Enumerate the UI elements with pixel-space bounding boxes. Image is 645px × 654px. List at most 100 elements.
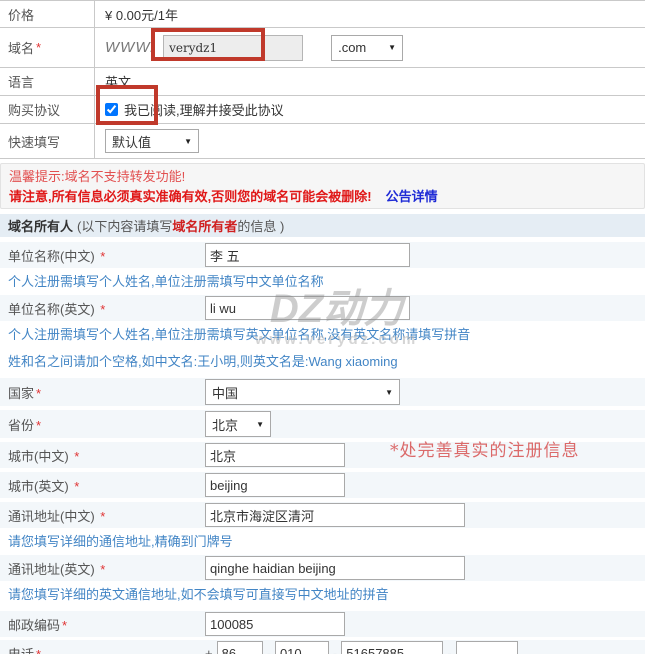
language-row: 语言 英文 [0,68,645,96]
notice-warning-text: 请注意,所有信息必须真实准确有效,否则您的域名可能会被删除! [9,189,372,204]
org-name-en-label: 单位名称(英文) * [0,299,205,318]
tld-selected-value: .com [338,40,366,55]
agreement-checkbox[interactable] [105,103,118,116]
label-text: 邮政编码 [8,618,60,633]
required-asterisk: * [36,40,41,55]
address-en-label: 通讯地址(英文) * [0,559,205,578]
required-asterisk: * [100,509,105,524]
www-prefix: WWW. [105,39,155,56]
price-row: 价格 ¥ 0.00元/1年 [0,1,645,28]
city-en-label: 城市(英文) * [0,476,205,495]
quickfill-selected-value: 默认值 [112,132,151,151]
required-asterisk: * [36,418,41,433]
name-space-hint: 姓和名之间请加个空格,如中文名:王小明,则英文名是:Wang xiaoming [0,348,645,375]
country-selected-value: 中国 [212,383,238,402]
phone-separator: - [333,646,337,654]
label-text: 单位名称(英文) [8,302,95,317]
address-cn-label: 通讯地址(中文) * [0,506,205,525]
city-cn-label: 城市(中文) * [0,446,205,465]
address-cn-input[interactable] [205,503,465,527]
address-en-hint: 请您填写详细的英文通信地址,如不会填写可直接写中文地址的拼音 [0,581,645,608]
zip-label: 邮政编码* [0,615,205,634]
phone-label: 电话* [0,644,205,654]
chevron-down-icon: ▼ [256,420,264,429]
org-name-cn-hint: 个人注册需填写个人姓名,单位注册需填写中文单位名称 [0,268,645,295]
section-subtitle-prefix: (以下内容请填写 [77,219,172,234]
province-label: 省份* [0,415,205,434]
label-text: 国家 [8,386,34,401]
required-asterisk: * [74,449,79,464]
phone-separator: - [447,646,451,654]
address-cn-row: 通讯地址(中文) * [0,502,645,528]
required-asterisk: * [100,562,105,577]
city-en-row: 城市(英文) * [0,472,645,498]
city-cn-input[interactable] [205,443,345,467]
address-en-input[interactable] [205,556,465,580]
agreement-text: 我已阅读,理解并接受此协议 [124,100,284,119]
phone-country-code-input[interactable] [217,641,263,654]
address-cn-hint: 请您填写详细的通信地址,精确到门牌号 [0,528,645,555]
chevron-down-icon: ▼ [385,388,393,397]
phone-plus: + [205,646,213,654]
chevron-down-icon: ▼ [388,43,396,52]
label-text: 电话 [8,647,34,654]
org-name-cn-input[interactable] [205,243,410,267]
required-asterisk: * [100,302,105,317]
required-asterisk: * [36,386,41,401]
label-text: 省份 [8,418,34,433]
org-name-cn-label: 单位名称(中文) * [0,246,205,265]
owner-section-header: 域名所有人 (以下内容请填写域名所有者的信息 ) [0,214,645,237]
org-name-en-hint: 个人注册需填写个人姓名,单位注册需填写英文单位名称,没有英文名称请填写拼音 [0,321,645,348]
quickfill-label: 快速填写 [0,124,95,158]
quickfill-row: 快速填写 默认值 ▼ [0,124,645,159]
province-selected-value: 北京 [212,415,238,434]
country-row: 国家* 中国 ▼ [0,378,645,406]
section-subtitle-suffix: 的信息 ) [237,219,284,234]
domain-name-input[interactable] [163,35,303,61]
required-asterisk: * [74,479,79,494]
zip-row: 邮政编码* [0,611,645,637]
phone-area-code-input[interactable] [275,641,329,654]
province-row: 省份* 北京 ▼ [0,410,645,438]
domain-label-text: 域名 [8,38,34,57]
address-en-row: 通讯地址(英文) * [0,555,645,581]
chevron-down-icon: ▼ [184,137,192,146]
required-asterisk: * [62,618,67,633]
notice-tip: 温馨提示:域名不支持转发功能! [9,167,636,187]
label-text: 单位名称(中文) [8,249,95,264]
notice-warning: 请注意,所有信息必须真实准确有效,否则您的域名可能会被删除! 公告详情 [9,187,636,207]
phone-ext-input[interactable] [456,641,518,654]
section-title: 域名所有人 [8,216,73,235]
label-text: 通讯地址(中文) [8,509,95,524]
country-label: 国家* [0,383,205,402]
notice-panel: 温馨提示:域名不支持转发功能! 请注意,所有信息必须真实准确有效,否则您的域名可… [0,163,645,209]
country-select[interactable]: 中国 ▼ [205,379,400,405]
phone-number-input[interactable] [341,641,443,654]
agreement-row: 购买协议 我已阅读,理解并接受此协议 [0,96,645,124]
section-subtitle: (以下内容请填写域名所有者的信息 ) [77,216,284,235]
label-text: 城市(英文) [8,479,69,494]
phone-row: 电话* + - - - [0,640,645,654]
announcement-link[interactable]: 公告详情 [386,189,438,204]
quickfill-select[interactable]: 默认值 ▼ [105,129,199,153]
label-text: 通讯地址(英文) [8,562,95,577]
required-asterisk: * [100,249,105,264]
org-name-cn-row: 单位名称(中文) * [0,242,645,268]
price-label: 价格 [0,1,95,27]
language-value: 英文 [95,72,645,91]
registration-annotation: *处完善真实的注册信息 [390,436,580,461]
price-value: ¥ 0.00元/1年 [95,5,645,24]
tld-select[interactable]: .com ▼ [331,35,403,61]
phone-group: + - - - [205,641,518,654]
zip-input[interactable] [205,612,345,636]
order-summary-table: 价格 ¥ 0.00元/1年 域名* WWW. .com ▼ 语言 英文 购买协议 [0,0,645,159]
domain-row: 域名* WWW. .com ▼ [0,28,645,68]
label-text: 城市(中文) [8,449,69,464]
language-label: 语言 [0,68,95,95]
required-asterisk: * [36,647,41,654]
city-en-input[interactable] [205,473,345,497]
org-name-en-input[interactable] [205,296,410,320]
org-name-en-row: 单位名称(英文) * [0,295,645,321]
province-select[interactable]: 北京 ▼ [205,411,271,437]
section-subtitle-highlight: 域名所有者 [172,219,237,234]
